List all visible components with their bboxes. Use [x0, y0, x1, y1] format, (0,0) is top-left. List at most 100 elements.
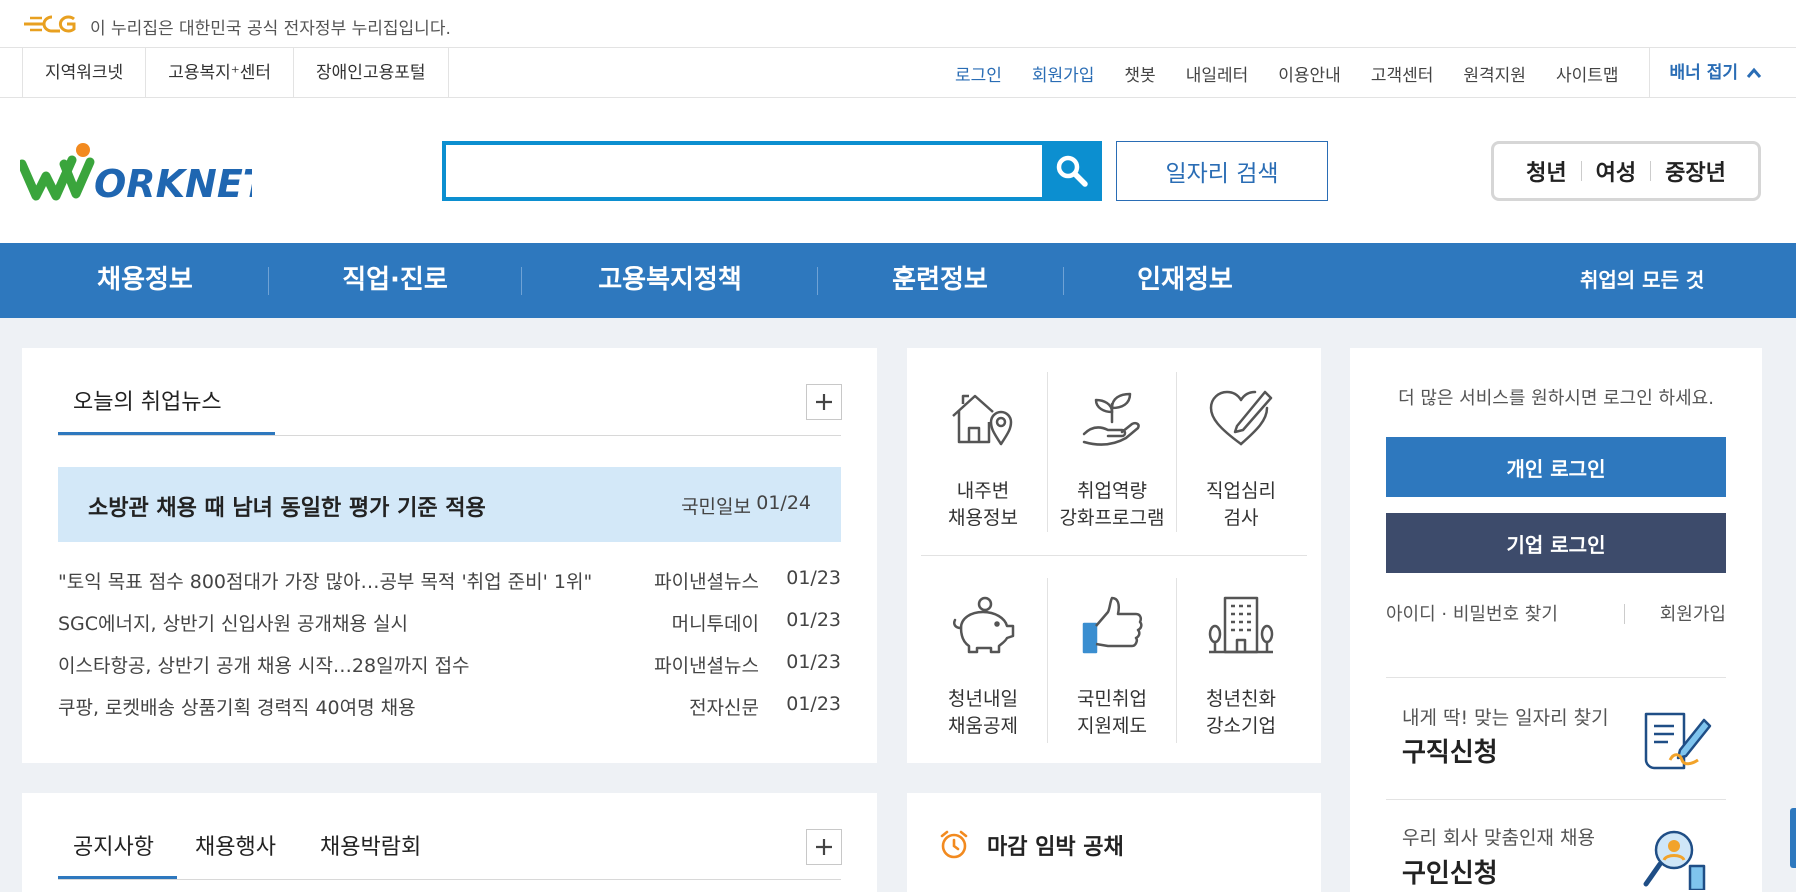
family-site-links: 지역워크넷 고용복지⁺센터 장애인고용포털 — [22, 48, 449, 98]
age-middle-link[interactable]: 중장년 — [1651, 155, 1740, 187]
news-item-date: 01/23 — [786, 609, 841, 631]
login-link[interactable]: 로그인 — [955, 61, 1002, 86]
join-link[interactable]: 회원가입 — [1660, 600, 1726, 626]
site-link-regional[interactable]: 지역워크넷 — [23, 48, 147, 98]
magnifier-person-icon — [1643, 830, 1706, 890]
promo-title: 구직신청 — [1402, 738, 1498, 768]
nav-divider — [521, 267, 522, 295]
news-item[interactable]: "토익 목표 점수 800점대가 가장 많아…공부 목적 '취업 준비' 1위"… — [58, 563, 841, 593]
alarm-clock-icon — [940, 830, 968, 859]
service-employability-program[interactable]: 취업역량 강화프로그램 — [1048, 368, 1176, 538]
signup-link[interactable]: 회원가입 — [1032, 61, 1095, 86]
guide-link[interactable]: 이용안내 — [1278, 61, 1341, 86]
search-input[interactable] — [446, 145, 1044, 197]
myletter-link[interactable]: 내일레터 — [1186, 61, 1249, 86]
age-youth-link[interactable]: 청년 — [1512, 155, 1580, 187]
site-link-disabled-portal[interactable]: 장애인고용포털 — [294, 48, 449, 98]
corporate-login-button[interactable]: 기업 로그인 — [1386, 513, 1726, 573]
service-youth-friendly-company[interactable]: 청년친화 강소기업 — [1177, 576, 1305, 746]
house-location-icon — [952, 394, 1013, 446]
nav-job-info[interactable]: 채용정보 — [60, 243, 230, 318]
side-quick-tab[interactable] — [1790, 808, 1796, 868]
headline-source: 국민일보 — [681, 496, 751, 518]
gov-banner: 이 누리집은 대한민국 공식 전자정부 누리집입니다. — [0, 0, 1796, 48]
resume-pen-icon — [1644, 712, 1712, 770]
nav-training[interactable]: 훈련정보 — [855, 243, 1025, 318]
news-item-date: 01/23 — [786, 693, 841, 715]
service-national-employment[interactable]: 국민취업 지원제도 — [1048, 576, 1176, 746]
news-item-source: 머니투데이 — [671, 613, 759, 635]
news-more-button[interactable] — [806, 384, 842, 420]
service-label: 직업심리 — [1206, 480, 1276, 502]
quick-services-panel: 내주변채용정보 취업역량 강화프로그램 직업심리검사 청년내일채움공제 국민취업 지… — [907, 348, 1321, 763]
deadline-panel: 마감 임박 공채 — [907, 793, 1321, 892]
nav-career[interactable]: 직업·진로 — [305, 243, 485, 318]
find-id-password-link[interactable]: 아이디 · 비밀번호 찾기 — [1386, 600, 1558, 626]
heart-pen-icon — [1209, 390, 1273, 446]
service-label: 취업역량 — [1077, 480, 1147, 502]
egov-logo-icon — [24, 15, 76, 33]
banner-fold-label: 배너 접기 — [1669, 63, 1738, 83]
notice-more-button[interactable] — [806, 829, 842, 865]
plus-icon — [816, 394, 832, 410]
login-panel: 더 많은 서비스를 원하시면 로그인 하세요. 개인 로그인 기업 로그인 아이… — [1350, 348, 1762, 892]
search-button[interactable] — [1042, 141, 1102, 201]
service-label: 검사 — [1223, 507, 1259, 529]
sitemap-link[interactable]: 사이트맵 — [1556, 61, 1619, 86]
news-headline[interactable]: 소방관 채용 때 남녀 동일한 평가 기준 적용 국민일보 01/24 — [58, 467, 841, 542]
main-nav: 채용정보 직업·진로 고용복지정책 훈련정보 인재정보 취업의 모든 것 — [0, 243, 1796, 318]
chevron-up-icon — [1746, 67, 1762, 78]
news-item-source: 파이낸셜뉴스 — [654, 655, 759, 677]
service-label: 청년내일 — [948, 688, 1018, 710]
login-divider — [1386, 799, 1726, 800]
deadline-title: 마감 임박 공채 — [987, 835, 1124, 860]
tab-notice[interactable]: 공지사항 — [73, 829, 154, 861]
news-item-title: "토익 목표 점수 800점대가 가장 많아…공부 목적 '취업 준비' 1위" — [58, 571, 593, 593]
worknet-logo[interactable]: ORKNET — [20, 140, 252, 202]
news-divider — [58, 435, 841, 436]
nav-divider — [817, 267, 818, 295]
login-link-separator — [1624, 604, 1625, 624]
service-youth-savings[interactable]: 청년내일채움공제 — [919, 576, 1047, 746]
news-item[interactable]: 이스타항공, 상반기 공개 채용 시작…28일까지 접수 파이낸셜뉴스 01/2… — [58, 647, 841, 677]
news-tab[interactable]: 오늘의 취업뉴스 — [73, 384, 222, 416]
utility-links: 로그인 회원가입 챗봇 내일레터 이용안내 고객센터 원격지원 사이트맵 배너 … — [955, 48, 1796, 98]
service-label: 강소기업 — [1206, 715, 1276, 737]
service-label: 채움공제 — [948, 715, 1018, 737]
promo-subtitle: 우리 회사 맞춤인재 채용 — [1402, 827, 1595, 849]
news-item-title: 이스타항공, 상반기 공개 채용 시작…28일까지 접수 — [58, 655, 470, 677]
service-label: 채용정보 — [948, 507, 1018, 529]
search-icon — [1056, 155, 1088, 187]
chatbot-link[interactable]: 챗봇 — [1124, 61, 1155, 86]
service-psych-test[interactable]: 직업심리검사 — [1177, 368, 1305, 538]
personal-login-button[interactable]: 개인 로그인 — [1386, 437, 1726, 497]
headline-title: 소방관 채용 때 남녀 동일한 평가 기준 적용 — [88, 496, 486, 521]
support-link[interactable]: 고객센터 — [1371, 61, 1434, 86]
nav-divider — [268, 267, 269, 295]
service-divider — [921, 555, 1307, 556]
news-panel: 오늘의 취업뉴스 소방관 채용 때 남녀 동일한 평가 기준 적용 국민일보 0… — [22, 348, 877, 763]
banner-fold-button[interactable]: 배너 접기 — [1648, 48, 1796, 98]
news-item-source: 파이낸셜뉴스 — [654, 571, 759, 593]
site-link-welfare-center[interactable]: 고용복지⁺센터 — [146, 48, 295, 98]
tab-recruit-event[interactable]: 채용행사 — [195, 829, 276, 861]
nav-talent[interactable]: 인재정보 — [1100, 243, 1270, 318]
login-divider — [1386, 677, 1726, 678]
piggy-bank-icon — [953, 596, 1015, 654]
service-nearby-jobs[interactable]: 내주변채용정보 — [919, 368, 1047, 538]
nav-all-menu[interactable]: 취업의 모든 것 — [1580, 243, 1704, 318]
job-search-button[interactable]: 일자리 검색 — [1116, 141, 1328, 201]
tab-job-fair[interactable]: 채용박람회 — [320, 829, 421, 861]
news-item-title: SGC에너지, 상반기 신입사원 공개채용 실시 — [58, 613, 408, 635]
search-box — [442, 141, 1044, 201]
nav-divider — [1063, 267, 1064, 295]
service-label: 내주변 — [956, 480, 1010, 502]
nav-welfare-policy[interactable]: 고용복지정책 — [570, 243, 770, 318]
age-group-selector: 청년 여성 중장년 — [1491, 141, 1761, 201]
age-women-link[interactable]: 여성 — [1582, 155, 1650, 187]
remote-link[interactable]: 원격지원 — [1463, 61, 1526, 86]
sprout-hand-icon — [1082, 392, 1140, 446]
news-item[interactable]: 쿠팡, 로켓배송 상품기획 경력직 40여명 채용 전자신문 01/23 — [58, 689, 841, 719]
news-item[interactable]: SGC에너지, 상반기 신입사원 공개채용 실시 머니투데이 01/23 — [58, 605, 841, 635]
gov-banner-text: 이 누리집은 대한민국 공식 전자정부 누리집입니다. — [90, 19, 451, 39]
